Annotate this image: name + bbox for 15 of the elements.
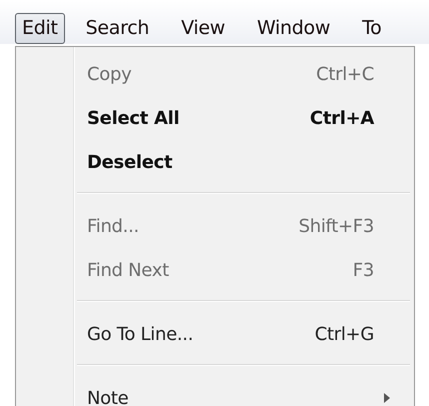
shortcut-label: Ctrl+A [310,108,374,128]
menu-bar-item[interactable]: To [355,13,389,44]
shortcut-label: Ctrl+C [316,64,374,84]
submenu-arrow-icon [384,393,390,403]
shortcut-label: F3 [352,260,374,280]
menu-bar-item[interactable]: Edit [15,13,65,44]
shortcut-label: Shift+F3 [298,216,374,236]
menu-bar-item[interactable]: View [174,13,232,44]
menu-bar-item[interactable]: Window [250,13,338,44]
menu-item[interactable]: Select All [87,108,310,128]
menu-item[interactable]: Go To Line... [87,324,315,344]
shortcut-label: Ctrl+G [314,324,374,344]
menu-bar-item[interactable]: Search [78,13,156,44]
menu-item[interactable]: Note [87,388,374,406]
menu-item[interactable]: Deselect [87,152,374,172]
